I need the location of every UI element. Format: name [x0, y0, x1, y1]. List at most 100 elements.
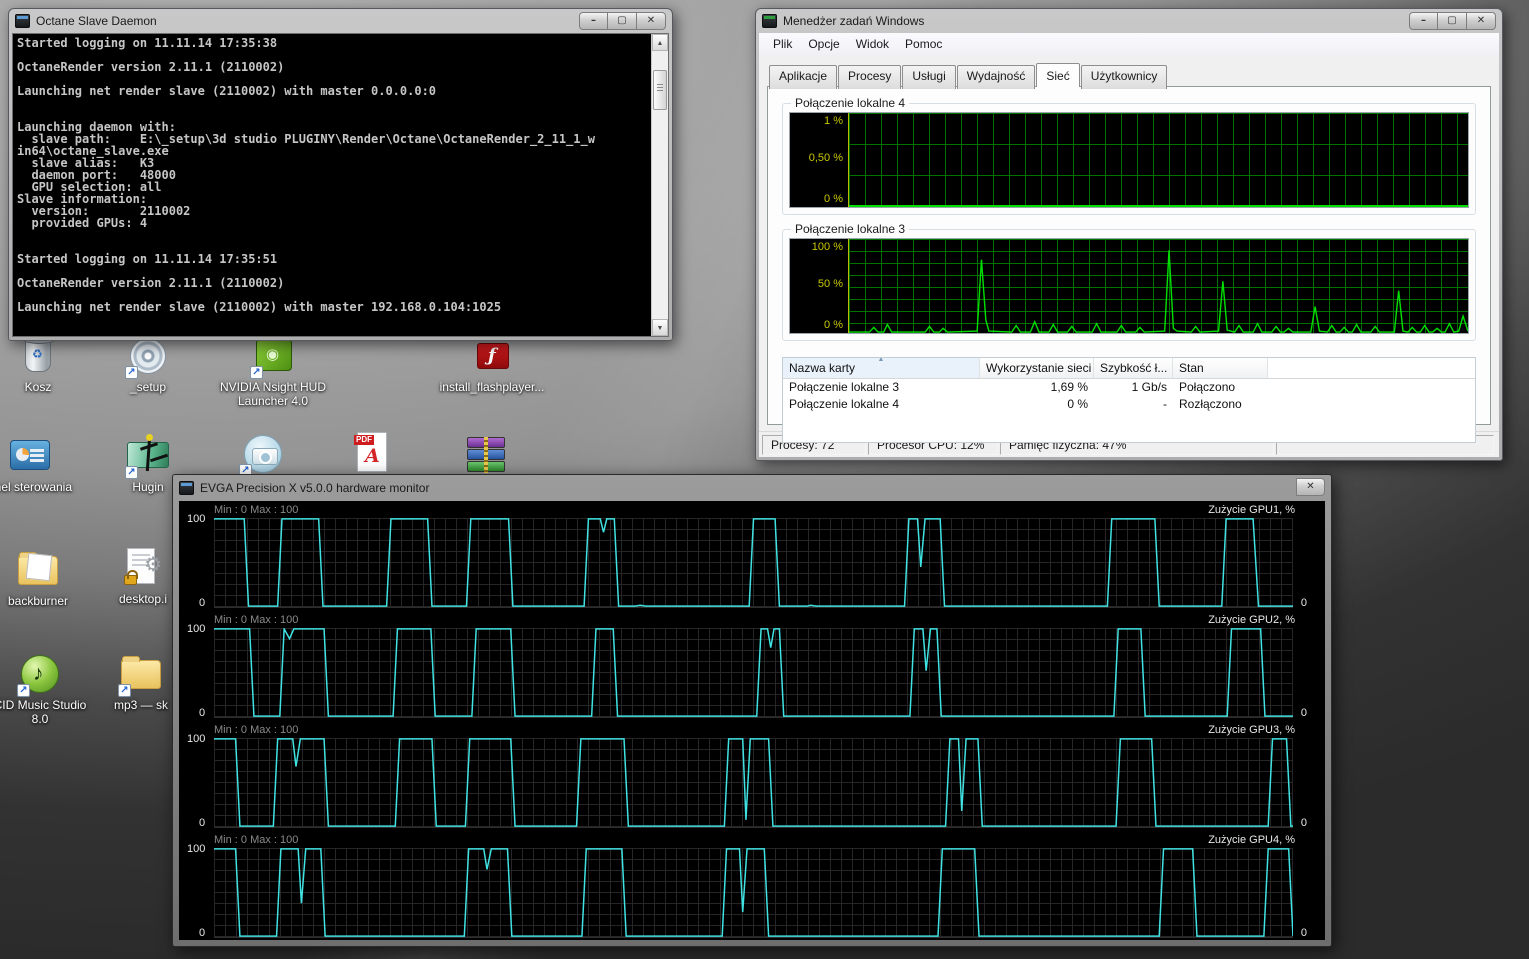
col-stan[interactable]: Stan: [1173, 358, 1268, 378]
cell-usage: 1,69 %: [1050, 380, 1088, 394]
gpu3-usage-label: Zużycie GPU3, %: [1208, 724, 1295, 736]
gpu2-usage-graph: [214, 628, 1293, 718]
table-row[interactable]: Połączenie lokalne 4 0 % - Rozłączono: [783, 396, 1475, 413]
cell-usage: 0 %: [1067, 397, 1088, 411]
icon-label: NVIDIA Nsight HUD Launcher 4.0: [219, 380, 327, 408]
minimize-button[interactable]: –: [1409, 12, 1438, 30]
console-line: OctaneRender version 2.11.1 (2110002): [17, 60, 285, 74]
gpu1-line-chart: [214, 518, 1293, 607]
table-row[interactable]: Połączenie lokalne 3 1,69 % 1 Gb/s Połąc…: [783, 379, 1475, 396]
desktop-icon-winrar[interactable]: [437, 433, 533, 477]
evga-title-bar[interactable]: EVGA Precision X v5.0.0 hardware monitor…: [173, 475, 1331, 501]
y-min-label: 0: [199, 707, 206, 719]
scrollbar-thumb[interactable]: [653, 70, 667, 110]
tab-uslugi[interactable]: Usługi: [902, 65, 956, 89]
gpu3-panel: Min : 0 Max : 100 Zużycie GPU3, % 100 0 …: [179, 721, 1325, 831]
console-title-bar[interactable]: Octane Slave Daemon – ▢ ✕: [9, 9, 672, 33]
cell-speed: 1 Gb/s: [1131, 380, 1167, 394]
gpu1-usage-graph: [214, 518, 1293, 608]
desktop-icon-install-flashplayer[interactable]: install_flashplayer...: [437, 334, 547, 394]
scroll-up-icon[interactable]: ▲: [652, 34, 668, 51]
lan4-line-chart: [849, 113, 1468, 207]
lock-icon: [124, 570, 138, 585]
gpu1-usage-label: Zużycie GPU1, %: [1208, 504, 1295, 516]
y-max-label: 100: [187, 623, 206, 635]
maximize-button[interactable]: ▢: [608, 12, 637, 30]
shortcut-arrow-icon: ↗: [118, 684, 131, 697]
console-window: Octane Slave Daemon – ▢ ✕ Started loggin…: [8, 8, 673, 341]
taskmgr-window-icon: [762, 14, 777, 28]
icon-label: CID Music Studio 8.0: [0, 698, 87, 726]
cell-adapter: Połączenie lokalne 4: [789, 397, 900, 411]
desktop-icon-panel-sterowania[interactable]: anel sterowania: [0, 434, 78, 494]
scroll-down-icon[interactable]: ▼: [652, 319, 668, 336]
gpu3-line-chart: [214, 738, 1293, 827]
window-title: Menedżer zadań Windows: [783, 14, 925, 28]
tab-siec[interactable]: Sieć: [1036, 63, 1080, 87]
shortcut-arrow-icon: ↗: [125, 466, 138, 479]
col-nazwa-karty[interactable]: ▲ Nazwa karty: [783, 358, 980, 378]
minmax-label: Min : 0 Max : 100: [214, 724, 299, 736]
shortcut-arrow-icon: ↗: [250, 366, 263, 379]
console-window-icon: [15, 14, 30, 28]
desktop-icon-music-studio[interactable]: ↗ CID Music Studio8.0: [0, 652, 88, 726]
evga-client: Min : 0 Max : 100 Zużycie GPU1, % 100 0 …: [179, 501, 1325, 940]
desktop-icon-nvidia-nsight[interactable]: ↗ NVIDIA Nsight HUDLauncher 4.0: [213, 334, 333, 408]
gpu3-usage-graph: [214, 738, 1293, 828]
network-graph-lokalne-3: 100 % 50 % 0 %: [789, 238, 1469, 334]
close-button[interactable]: ✕: [1467, 12, 1496, 30]
gear-icon: ⚙: [144, 554, 162, 576]
table-header: ▲ Nazwa karty Wykorzystanie sieci Szybkoś…: [783, 358, 1475, 379]
gpu4-panel: Min : 0 Max : 100 Zużycie GPU4, % 100 0 …: [179, 831, 1325, 941]
desktop: { "icons_glyphs": { "minimize": "–", "ma…: [0, 0, 1529, 959]
winrar-icon: [467, 437, 505, 473]
group-label: Połączenie lokalne 4: [791, 96, 910, 110]
console-line: provided GPUs: 4: [17, 216, 148, 230]
y-min-label: 0: [199, 817, 206, 829]
y-tick: 50 %: [817, 277, 843, 290]
desktop-icon-backburner[interactable]: backburner: [0, 548, 86, 608]
gpu4-usage-label: Zużycie GPU4, %: [1208, 834, 1295, 846]
col-szybkosc[interactable]: Szybkość ł...: [1094, 358, 1173, 378]
console-line: Launching net render slave (2110002) wit…: [17, 84, 437, 98]
network-tab-page: Połączenie lokalne 4 1 % 0,50 % 0 % Połą…: [767, 86, 1491, 443]
flash-icon: [477, 343, 509, 369]
y-max-label: 100: [187, 513, 206, 525]
folder-icon: [18, 552, 58, 585]
close-button[interactable]: ✕: [637, 12, 666, 30]
right-zero-label: 0: [1300, 707, 1307, 719]
col-wykorzystanie[interactable]: Wykorzystanie sieci: [980, 358, 1094, 378]
desktop-icon-pdf[interactable]: PDF: [324, 430, 420, 474]
taskmgr-title-bar[interactable]: Menedżer zadań Windows – ▢ ✕: [756, 9, 1502, 33]
recycle-bin-icon: [23, 335, 55, 372]
desktop-icon-kosz[interactable]: Kosz: [0, 334, 86, 394]
cell-adapter: Połączenie lokalne 3: [789, 380, 900, 394]
desktop-icon-camera[interactable]: ↗: [214, 432, 310, 477]
window-title: Octane Slave Daemon: [36, 14, 157, 28]
menu-plik[interactable]: Plik: [765, 35, 800, 53]
system-file-icon: ⚙: [124, 548, 162, 585]
menu-opcje[interactable]: Opcje: [800, 35, 847, 53]
right-zero-label: 0: [1300, 597, 1307, 609]
menu-pomoc[interactable]: Pomoc: [897, 35, 950, 53]
tab-aplikacje[interactable]: Aplikacje: [769, 65, 838, 89]
tab-procesy[interactable]: Procesy: [838, 65, 902, 89]
tab-uzytkownicy[interactable]: Użytkownicy: [1080, 65, 1168, 89]
close-button[interactable]: ✕: [1296, 478, 1325, 496]
console-output: Started logging on 11.11.14 17:35:38 Octa…: [12, 33, 669, 337]
desktop-icon-setup[interactable]: ↗ _setup: [100, 334, 196, 394]
tab-wydajnosc[interactable]: Wydajność: [956, 65, 1036, 89]
menu-bar: Plik Opcje Widok Pomoc: [759, 33, 1499, 55]
y-max-label: 100: [187, 843, 206, 855]
gpu4-line-chart: [214, 848, 1293, 937]
console-scrollbar[interactable]: ▲ ▼: [651, 34, 668, 336]
menu-widok[interactable]: Widok: [848, 35, 897, 53]
minmax-label: Min : 0 Max : 100: [214, 614, 299, 626]
minimize-button[interactable]: –: [579, 12, 608, 30]
network-graph-lokalne-4: 1 % 0,50 % 0 %: [789, 112, 1469, 208]
y-tick: 1 %: [824, 115, 843, 127]
maximize-button[interactable]: ▢: [1438, 12, 1467, 30]
gpu1-panel: Min : 0 Max : 100 Zużycie GPU1, % 100 0 …: [179, 501, 1325, 611]
gpu2-usage-label: Zużycie GPU2, %: [1208, 614, 1295, 626]
